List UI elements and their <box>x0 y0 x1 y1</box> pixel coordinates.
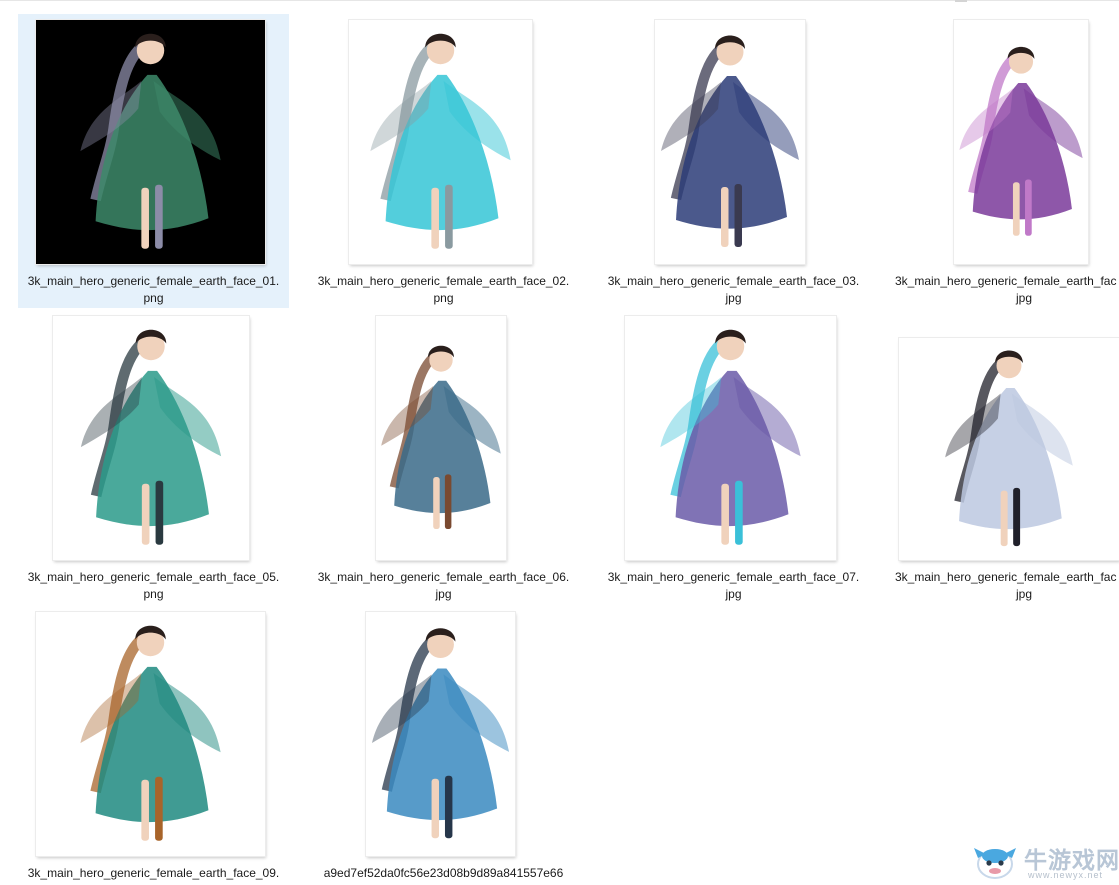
file-thumbnail <box>36 20 265 264</box>
figure-shape <box>431 187 439 249</box>
thumbnail-artwork <box>945 350 1073 547</box>
figure-shape <box>721 483 729 545</box>
figure-shape <box>675 370 789 527</box>
figure-shape <box>1013 487 1021 547</box>
file-name-line2: png <box>143 291 164 305</box>
file-name: 3k_main_hero_generic_female_earth_face_0… <box>18 865 289 882</box>
thumbnail-artwork <box>661 35 799 247</box>
figure-shape <box>735 480 743 545</box>
thumbnail-artwork <box>370 33 511 249</box>
figure-shape <box>444 474 452 529</box>
file-name-line1: 3k_main_hero_generic_female_earth_face_0… <box>27 570 280 584</box>
figure-shape <box>141 483 150 545</box>
file-name-line1: 3k_main_hero_generic_female_earth_fac <box>895 274 1117 288</box>
figure-shape <box>385 74 499 231</box>
window-top-border <box>0 0 1119 1</box>
file-name: 3k_main_hero_generic_female_earth_face_0… <box>598 273 869 307</box>
file-thumbnail <box>899 338 1119 560</box>
figure-shape <box>141 187 149 249</box>
thumbnail-artwork <box>80 329 222 545</box>
file-name-line1: 3k_main_hero_generic_female_earth_face_0… <box>607 274 860 288</box>
figure-shape <box>95 74 209 231</box>
file-name-line1: 3k_main_hero_generic_female_earth_fac <box>895 570 1117 584</box>
file-name-line1: 3k_main_hero_generic_female_earth_face_0… <box>607 570 860 584</box>
file-name-line1: 3k_main_hero_generic_female_earth_face_0… <box>317 570 570 584</box>
file-name-line2: jpg <box>435 587 452 601</box>
figure-shape <box>155 776 163 841</box>
file-thumbnail <box>366 612 515 856</box>
figure-shape <box>155 480 164 545</box>
figure-shape <box>734 184 742 247</box>
file-name: 3k_main_hero_generic_female_earth_face_0… <box>308 273 579 307</box>
file-name: 3k_main_hero_generic_female_earth_fac jp… <box>895 569 1119 603</box>
figure-shape <box>445 184 453 249</box>
figure-shape <box>1012 182 1020 236</box>
figure-shape <box>155 184 163 249</box>
file-item[interactable]: 3k_main_hero_generic_female_earth_fac jp… <box>888 14 1119 308</box>
figure-shape <box>721 187 729 247</box>
file-thumbnail <box>954 20 1088 264</box>
watermark-url: www.newyx.net <box>1028 870 1104 880</box>
figure-shape <box>1000 490 1008 547</box>
scrollbar-edge <box>955 0 967 2</box>
figure-shape <box>394 380 491 514</box>
file-thumbnail <box>655 20 805 264</box>
file-name: 3k_main_hero_generic_female_earth_face_0… <box>18 569 289 603</box>
figure-shape <box>444 775 453 839</box>
figure-shape <box>96 370 209 527</box>
figure-shape <box>1025 179 1032 236</box>
file-item[interactable]: 3k_main_hero_generic_female_earth_face_0… <box>308 14 579 308</box>
thumbnail-artwork <box>381 345 501 529</box>
file-thumbnail <box>625 316 836 560</box>
file-item[interactable]: 3k_main_hero_generic_female_earth_fac jp… <box>888 310 1119 604</box>
file-name: 3k_main_hero_generic_female_earth_face_0… <box>598 569 869 603</box>
thumbnail-artwork <box>959 46 1083 236</box>
thumbnail-artwork <box>660 329 801 545</box>
file-thumbnail <box>36 612 265 856</box>
figure-shape <box>676 76 787 229</box>
file-item[interactable]: 3k_main_hero_generic_female_earth_face_0… <box>18 14 289 308</box>
thumbnail-artwork <box>80 625 221 841</box>
file-item[interactable]: 3k_main_hero_generic_female_earth_face_0… <box>598 14 869 308</box>
file-thumbnail <box>349 20 532 264</box>
file-item[interactable]: 3k_main_hero_generic_female_earth_face_0… <box>598 310 869 604</box>
file-name: a9ed7ef52da0fc56e23d08b9d89a841557e66 <box>308 865 579 882</box>
figure-shape <box>972 83 1072 220</box>
figure-shape <box>386 668 498 821</box>
figure-shape <box>959 387 1062 530</box>
file-thumbnail <box>376 316 506 560</box>
mascot-logo-icon <box>974 848 1016 879</box>
file-name-line1: 3k_main_hero_generic_female_earth_face_0… <box>27 274 280 288</box>
file-item[interactable]: 3k_main_hero_generic_female_earth_face_0… <box>18 310 289 604</box>
file-name: 3k_main_hero_generic_female_earth_face_0… <box>308 569 579 603</box>
file-name: 3k_main_hero_generic_female_earth_fac jp… <box>895 273 1119 307</box>
file-name-line1: 3k_main_hero_generic_female_earth_face_0… <box>317 274 570 288</box>
thumbnail-artwork <box>371 628 510 839</box>
file-name-line2: jpg <box>1016 291 1033 305</box>
file-item[interactable]: 3k_main_hero_generic_female_earth_face_0… <box>18 606 289 885</box>
file-name-line2: png <box>433 291 454 305</box>
file-name: 3k_main_hero_generic_female_earth_face_0… <box>18 273 289 307</box>
file-thumbnail <box>53 316 249 560</box>
site-watermark: 牛游戏网 www.newyx.net <box>972 838 1119 885</box>
file-name-line1: 3k_main_hero_generic_female_earth_face_0… <box>27 866 280 880</box>
file-name-line2: jpg <box>1016 587 1033 601</box>
file-name-line2: jpg <box>725 291 742 305</box>
figure-shape <box>95 666 209 823</box>
figure-shape <box>433 477 440 529</box>
file-name-line2: jpg <box>725 587 742 601</box>
figure-shape <box>431 778 440 839</box>
figure-shape <box>141 779 149 841</box>
file-item[interactable]: a9ed7ef52da0fc56e23d08b9d89a841557e66 <box>308 606 579 885</box>
thumbnail-artwork <box>80 33 221 249</box>
file-name-line2: png <box>143 587 164 601</box>
file-item[interactable]: 3k_main_hero_generic_female_earth_face_0… <box>308 310 579 604</box>
file-name-line1: a9ed7ef52da0fc56e23d08b9d89a841557e66 <box>323 866 564 880</box>
